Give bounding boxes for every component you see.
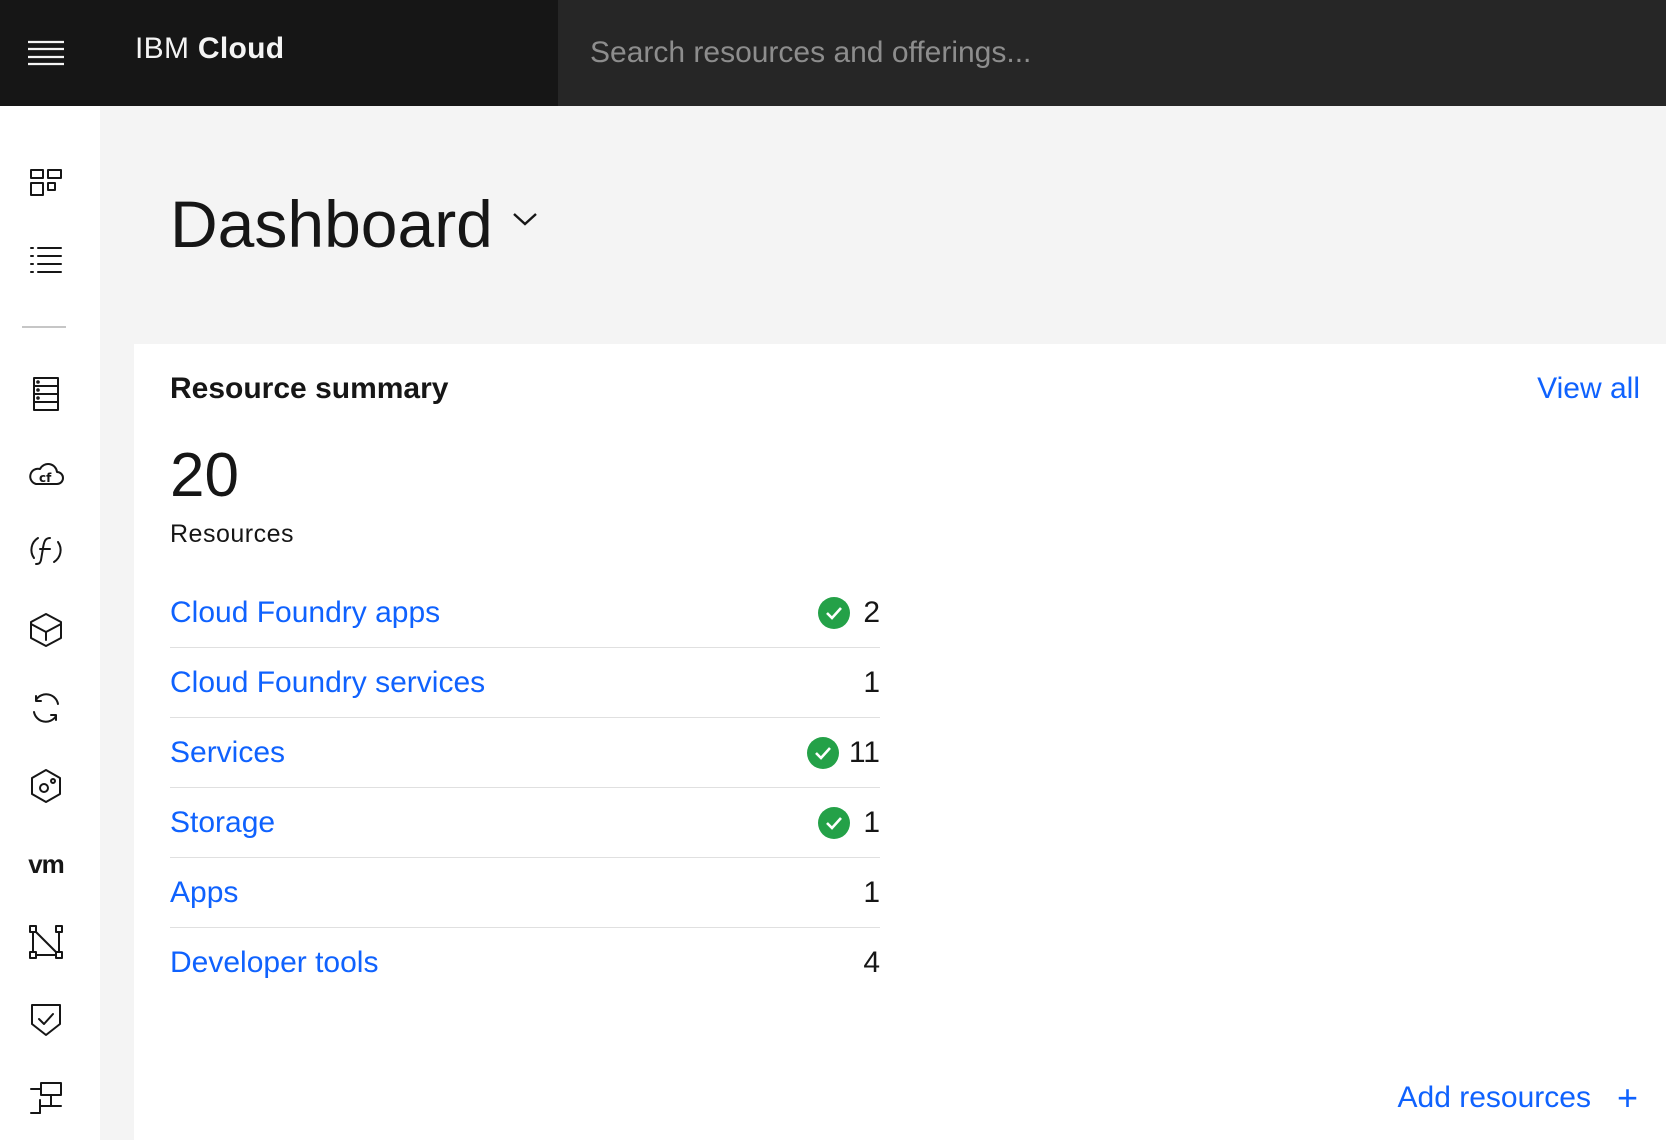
resource-count: 11 [848, 735, 880, 769]
dashboard-icon[interactable] [16, 152, 76, 212]
chevron-down-icon[interactable] [508, 204, 542, 234]
resource-link-services[interactable]: Services [170, 736, 285, 770]
nav-divider [22, 326, 66, 328]
list-item: Cloud Foundry services 1 [170, 648, 880, 718]
resource-summary-card: Resource summary View all 20 Resources C… [134, 344, 1666, 1140]
svg-text:cf: cf [39, 471, 52, 485]
classic-infrastructure-icon[interactable] [16, 364, 76, 424]
resource-link-apps[interactable]: Apps [170, 876, 238, 910]
view-all-link[interactable]: View all [1537, 372, 1640, 406]
interconnectivity-icon[interactable] [16, 912, 76, 972]
global-search[interactable] [558, 0, 1666, 106]
resource-list-icon[interactable] [16, 230, 76, 290]
cloud-foundry-icon[interactable]: cf [16, 444, 76, 504]
header-brand-area: IBM Cloud [0, 0, 558, 106]
list-item: Services 11 [170, 718, 880, 788]
vmware-icon[interactable]: vm [16, 834, 76, 894]
add-resources-button[interactable]: Add resources + [1398, 1080, 1638, 1116]
resource-link-cloud-foundry-apps[interactable]: Cloud Foundry apps [170, 596, 440, 630]
card-title: Resource summary [170, 372, 449, 405]
satellite-icon[interactable] [16, 1068, 76, 1128]
resource-total: 20 [170, 441, 239, 510]
functions-icon[interactable] [16, 520, 76, 580]
add-resources-label: Add resources [1397, 1081, 1591, 1114]
resource-count: 2 [863, 595, 880, 629]
brand-prefix: IBM [135, 32, 190, 65]
security-icon[interactable] [16, 990, 76, 1050]
search-input[interactable] [558, 0, 1666, 106]
kubernetes-icon[interactable] [16, 600, 76, 660]
vpc-icon[interactable] [16, 756, 76, 816]
resource-list: Cloud Foundry apps 2 Cloud Foundry servi… [170, 578, 880, 998]
vmware-icon-text: vm [28, 848, 65, 879]
side-navigation: cf vm [0, 106, 100, 1140]
resource-count: 1 [863, 805, 880, 839]
list-item: Developer tools 4 [170, 928, 880, 998]
resource-count: 1 [863, 665, 880, 699]
list-item: Cloud Foundry apps 2 [170, 578, 880, 648]
resource-total-label: Resources [170, 520, 294, 548]
resource-count: 4 [863, 946, 880, 979]
check-circle-icon [818, 596, 850, 629]
brand-name: Cloud [197, 32, 285, 65]
list-item: Apps 1 [170, 858, 880, 928]
resource-count: 1 [863, 875, 880, 909]
check-circle-icon [806, 736, 839, 769]
brand-logo[interactable]: IBM Cloud [135, 32, 284, 66]
plus-icon: + [1616, 1077, 1638, 1118]
resource-link-cloud-foundry-services[interactable]: Cloud Foundry services [170, 666, 485, 700]
hamburger-menu-icon[interactable] [20, 25, 72, 81]
top-header: IBM Cloud [0, 0, 1666, 106]
resource-link-developer-tools[interactable]: Developer tools [170, 946, 378, 980]
resource-link-storage[interactable]: Storage [170, 806, 275, 840]
list-item: Storage 1 [170, 788, 880, 858]
check-circle-icon [818, 806, 850, 839]
openshift-icon[interactable] [16, 678, 76, 738]
page-title: Dashboard [170, 187, 493, 261]
